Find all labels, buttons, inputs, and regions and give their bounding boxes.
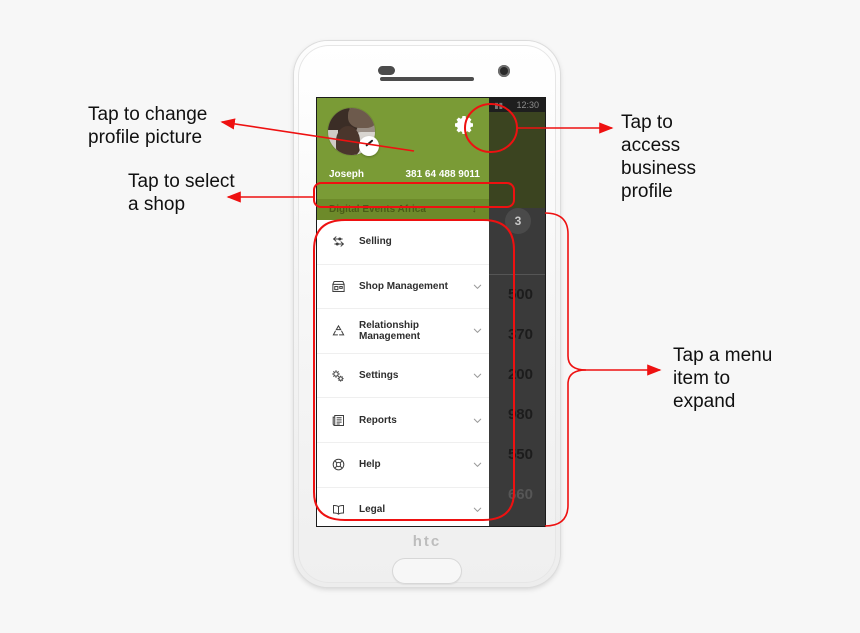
gear-icon[interactable]: [453, 113, 477, 137]
chevron-down-icon[interactable]: [465, 281, 489, 292]
phone-screen: ▮▮ 12:30 3 500 370 200 980 550 660 Josep…: [317, 98, 545, 526]
chevron-down-icon[interactable]: [465, 370, 489, 381]
brand-logo: htc: [412, 533, 442, 550]
pencil-icon[interactable]: [359, 136, 379, 156]
list-item-amount: 500: [507, 286, 533, 303]
annotation-select-shop: Tap to select a shop: [128, 171, 235, 215]
earpiece-speaker: [380, 77, 474, 81]
gears-icon: [317, 368, 359, 384]
annotation-access-business-profile: Tap to access business profile: [621, 112, 696, 202]
menu-item-help[interactable]: Help: [317, 443, 489, 488]
newspaper-icon: [317, 413, 359, 428]
proximity-sensor-icon: [378, 66, 395, 75]
phone-body: htc ▮▮ 12:30 3 500 370 200 980 550 660 J…: [298, 45, 556, 584]
user-phone: 381 64 488 9011: [405, 169, 480, 180]
lifebuoy-icon: [317, 457, 359, 472]
list-item-amount: 550: [507, 446, 533, 463]
menu-item-selling[interactable]: Selling: [317, 220, 489, 265]
list-item-amount: 370: [507, 326, 533, 343]
chevron-down-icon[interactable]: [465, 325, 489, 336]
chevron-down-icon[interactable]: [465, 504, 489, 515]
menu-item-label: Reports: [359, 414, 397, 426]
status-bar-clock: 12:30: [516, 100, 539, 110]
phone-device: htc ▮▮ 12:30 3 500 370 200 980 550 660 J…: [294, 41, 560, 587]
annotation-expand-menu-item: Tap a menu item to expand: [673, 345, 773, 412]
home-button[interactable]: [392, 558, 462, 584]
menu-item-label: Relationship Management: [359, 319, 421, 342]
user-name: Joseph: [329, 169, 365, 180]
recycle-nodes-icon: [317, 323, 359, 338]
storefront-icon: [317, 279, 359, 294]
background-badge-count: 3: [505, 208, 531, 234]
annotation-change-profile-picture: Tap to change profile picture: [88, 104, 208, 148]
chevron-down-icon[interactable]: [465, 415, 489, 426]
menu-item-label: Shop Management: [359, 280, 448, 292]
front-camera-icon: [498, 65, 510, 77]
screenshot-stage: Tap to change profile picture Tap to sel…: [0, 0, 860, 633]
drawer-header: Joseph 381 64 488 9011: [317, 98, 489, 199]
transfer-arrows-icon: [317, 234, 359, 249]
signal-icon: ▮▮: [494, 101, 503, 110]
open-book-icon: [317, 502, 359, 517]
chevron-down-icon: ↓: [471, 203, 478, 215]
shop-selector[interactable]: Digital Events Africa ↓: [317, 199, 489, 220]
avatar-photo-shape: [348, 108, 375, 128]
menu-item-label: Help: [359, 459, 381, 471]
pencil-glyph: [365, 139, 374, 148]
menu-item-label: Settings: [359, 370, 399, 382]
list-item-amount: 660: [507, 486, 533, 503]
menu-item-legal[interactable]: Legal: [317, 488, 489, 526]
menu-item-label: Legal: [359, 503, 386, 515]
menu-item-label: Selling: [359, 236, 392, 248]
menu-item-shop-management[interactable]: Shop Management: [317, 265, 489, 310]
menu-item-reports[interactable]: Reports: [317, 398, 489, 443]
menu-item-settings[interactable]: Settings: [317, 354, 489, 399]
shop-name: Digital Events Africa: [329, 204, 426, 215]
chevron-down-icon[interactable]: [465, 459, 489, 470]
list-item-amount: 980: [507, 406, 533, 423]
list-item-amount: 200: [507, 366, 533, 383]
navigation-drawer: Joseph 381 64 488 9011 Digital Events Af…: [317, 98, 489, 526]
drawer-menu: Selling Shop Management Relationship Man…: [317, 220, 489, 526]
avatar-photo-shape: [336, 126, 360, 155]
menu-item-relationship-management[interactable]: Relationship Management: [317, 309, 489, 354]
